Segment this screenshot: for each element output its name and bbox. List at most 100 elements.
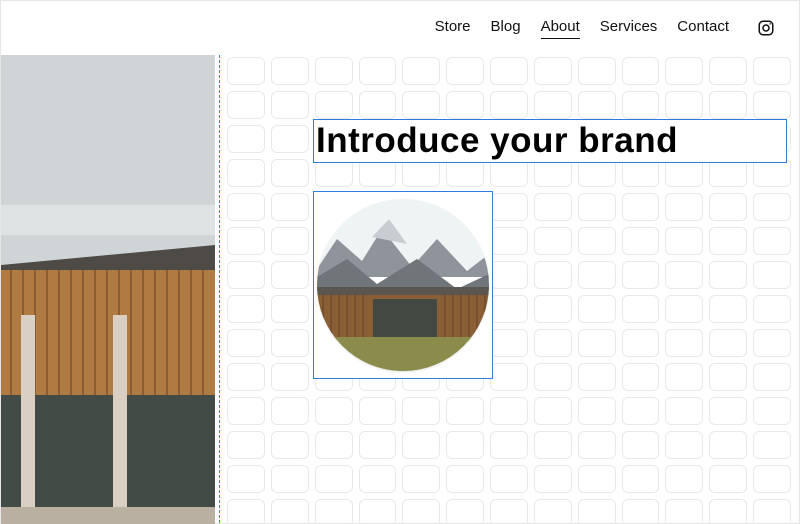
grid-cell [271,465,309,493]
grid-cell [315,465,353,493]
grid-cell [359,159,397,187]
grid-cell [709,295,747,323]
grid-cell [534,397,572,425]
grid-cell [271,57,309,85]
nav-link-services[interactable]: Services [600,18,658,38]
grid-cell [578,159,616,187]
grid-cell [665,431,703,459]
grid-cell [709,499,747,524]
top-nav: Store Blog About Services Contact [1,1,799,55]
grid-cell [534,227,572,255]
grid-cell [490,261,528,289]
grid-cell [359,91,397,119]
grid-cell [622,227,660,255]
grid-cell [490,227,528,255]
grid-cell [534,57,572,85]
grid-cell [534,295,572,323]
grid-cell [359,499,397,524]
grid-cell [709,227,747,255]
grid-cell [665,397,703,425]
grid-cell [227,193,265,221]
grid-cell [665,57,703,85]
grid-cell [534,193,572,221]
grid-cell [622,193,660,221]
grid-cell [753,363,791,391]
grid-cell [271,431,309,459]
hero-image[interactable] [1,55,215,524]
grid-cell [490,57,528,85]
instagram-icon[interactable] [757,19,775,37]
grid-cell [622,57,660,85]
grid-cell [227,499,265,524]
grid-cell [753,261,791,289]
grid-cell [490,329,528,357]
grid-cell [446,431,484,459]
grid-cell [490,465,528,493]
grid-cell [227,295,265,323]
grid-cell [227,91,265,119]
grid-cell [315,159,353,187]
grid-cell [490,295,528,323]
editor-frame: Store Blog About Services Contact [0,0,800,524]
grid-cell [534,499,572,524]
nav-link-blog[interactable]: Blog [491,18,521,38]
grid-cell [534,431,572,459]
grid-cell [490,499,528,524]
grid-cell [534,91,572,119]
grid-cell [271,329,309,357]
heading-text-block[interactable]: Introduce your brand [313,119,787,163]
grid-cell [622,295,660,323]
grid-cell [359,465,397,493]
grid-cell [753,397,791,425]
grid-cell [490,91,528,119]
grid-cell [490,431,528,459]
grid-cell [227,397,265,425]
grid-cell [753,159,791,187]
grid-cell [271,295,309,323]
grid-cell [271,91,309,119]
grid-cell [490,397,528,425]
grid-cell [315,431,353,459]
grid-cell [271,193,309,221]
grid-cell [709,465,747,493]
grid-cell [665,363,703,391]
nav-link-store[interactable]: Store [435,18,471,38]
grid-cell [271,397,309,425]
grid-cell [227,227,265,255]
grid-cell [402,397,440,425]
grid-cell [709,363,747,391]
grid-cell [753,465,791,493]
grid-cell [271,499,309,524]
grid-cell [402,57,440,85]
grid-cell [315,499,353,524]
grid-cell [315,57,353,85]
grid-cell [271,227,309,255]
grid-cell [446,499,484,524]
grid-cell [578,397,616,425]
grid-cell [622,159,660,187]
heading-text[interactable]: Introduce your brand [316,121,678,161]
grid-cell [622,363,660,391]
grid-cell [709,261,747,289]
image-block[interactable] [313,191,493,379]
nav-link-contact[interactable]: Contact [677,18,729,38]
grid-cell [578,465,616,493]
grid-cell [665,91,703,119]
grid-cell [227,125,265,153]
grid-cell [227,261,265,289]
grid-cell [271,261,309,289]
grid-cell [446,159,484,187]
grid-cell [753,295,791,323]
grid-cell [359,431,397,459]
grid-cell [227,329,265,357]
grid-cell [359,57,397,85]
grid-cell [534,159,572,187]
grid-cell [753,91,791,119]
grid-cell [578,57,616,85]
grid-cell [271,159,309,187]
grid-cell [271,125,309,153]
nav-link-about[interactable]: About [541,18,580,39]
editor-canvas[interactable]: Introduce your brand [1,55,799,523]
grid-cell [402,499,440,524]
grid-cell [490,363,528,391]
